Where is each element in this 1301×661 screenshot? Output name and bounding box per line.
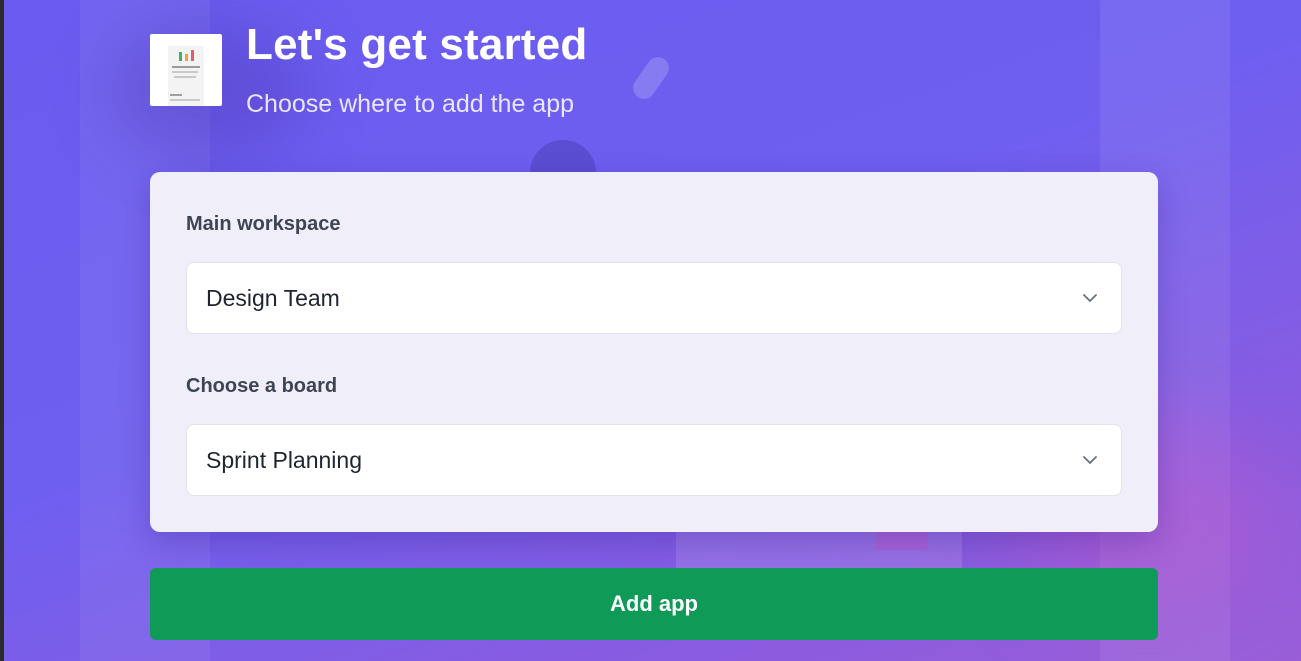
chevron-down-icon (1083, 294, 1097, 302)
page-title: Let's get started (246, 20, 588, 69)
thumbnail-line (170, 99, 200, 101)
page-subtitle: Choose where to add the app (246, 90, 575, 118)
thumbnail-line (172, 71, 198, 73)
thumbnail-bar (179, 52, 182, 61)
board-selected-value: Sprint Planning (206, 447, 362, 473)
window-left-edge (0, 0, 4, 661)
thumbnail-bar (191, 50, 194, 61)
app-preview-thumbnail (150, 34, 222, 106)
board-select[interactable]: Sprint Planning (186, 424, 1122, 496)
thumbnail-line (174, 76, 196, 78)
background-decoration (876, 530, 928, 550)
workspace-selected-value: Design Team (206, 285, 340, 311)
thumbnail-line (172, 66, 200, 68)
board-label: Choose a board (186, 375, 338, 397)
thumbnail-bar (185, 54, 188, 61)
chevron-down-icon (1083, 456, 1097, 464)
selection-card: Main workspace Design Team Choose a boar… (150, 172, 1158, 532)
add-app-button[interactable]: Add app (150, 568, 1158, 640)
workspace-select[interactable]: Design Team (186, 262, 1122, 334)
thumbnail-line (170, 94, 182, 96)
workspace-label: Main workspace (186, 213, 341, 235)
background-decoration (628, 52, 674, 104)
